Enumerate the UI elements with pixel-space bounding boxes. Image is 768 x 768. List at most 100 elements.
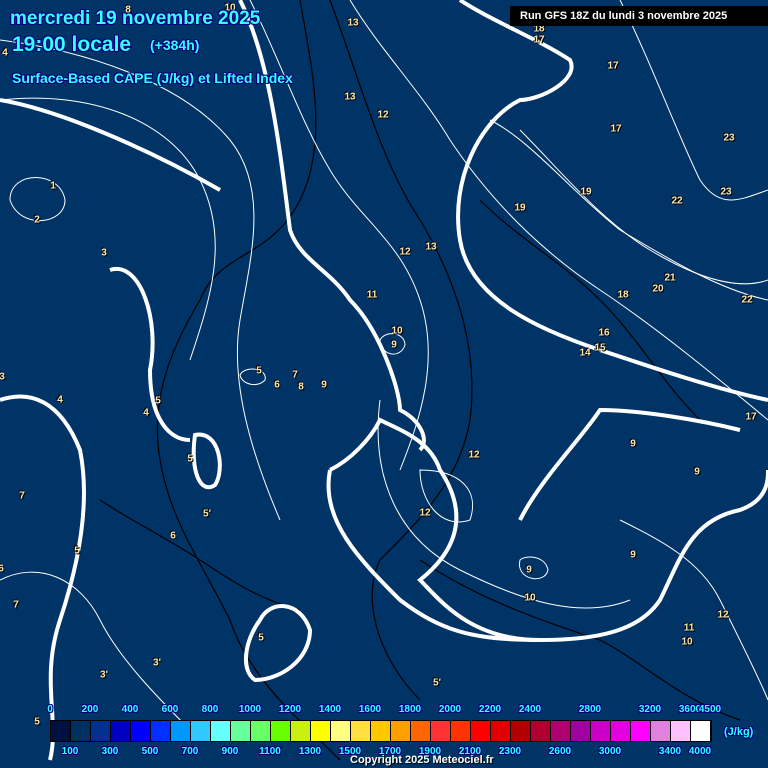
copyright: Copyright 2025 Meteociel.fr	[350, 754, 494, 766]
lifted-index-label: 12	[419, 507, 431, 519]
scale-label: 3200	[638, 704, 662, 715]
lifted-index-label: 9	[391, 339, 397, 351]
scale-swatch	[271, 721, 291, 741]
lifted-index-label: 5	[258, 632, 264, 644]
lifted-index-label: 19	[580, 186, 592, 198]
lifted-index-label: 10	[681, 636, 693, 648]
lifted-index-label: 7	[19, 490, 25, 502]
scale-label: 900	[221, 746, 239, 757]
lifted-index-label: 11	[366, 289, 378, 301]
scale-unit: (J/kg)	[724, 726, 754, 738]
cape-color-scale	[50, 720, 712, 742]
scale-label: 4500	[698, 704, 722, 715]
lifted-index-label: 9	[630, 549, 636, 561]
lifted-index-label: 12	[468, 449, 480, 461]
lifted-index-label: 11	[683, 622, 695, 634]
scale-label: 1100	[259, 746, 281, 757]
lifted-index-label: 9	[526, 564, 532, 576]
scale-label: 200	[81, 704, 99, 715]
scale-swatch	[631, 721, 651, 741]
scale-swatch	[291, 721, 311, 741]
lifted-index-label: 22	[671, 195, 683, 207]
scale-label: 2800	[578, 704, 602, 715]
lifted-index-label: 8	[298, 381, 304, 393]
scale-label: 800	[201, 704, 219, 715]
lifted-index-label: 23	[720, 186, 732, 198]
lifted-index-label: 5'	[433, 677, 441, 689]
scale-swatch	[611, 721, 631, 741]
scale-swatch	[691, 721, 711, 741]
scale-swatch	[131, 721, 151, 741]
weather-map: 8 10 13 4 13 12 18 17 17 17 23 1 2 19 23 22 19 3 12 13 11 21 2…	[0, 0, 768, 768]
scale-swatch	[151, 721, 171, 741]
scale-swatch	[331, 721, 351, 741]
scale-label: 1600	[358, 704, 382, 715]
scale-label: 3000	[598, 746, 622, 757]
scale-label: 1800	[398, 704, 422, 715]
scale-label: 1400	[318, 704, 342, 715]
lifted-index-label: 1	[50, 180, 56, 192]
scale-swatch	[351, 721, 371, 741]
scale-swatch	[391, 721, 411, 741]
scale-swatch	[251, 721, 271, 741]
scale-swatch	[111, 721, 131, 741]
lifted-index-label: 4	[57, 394, 63, 406]
scale-swatch	[571, 721, 591, 741]
scale-swatch	[451, 721, 471, 741]
lifted-index-label: 5	[155, 395, 161, 407]
lifted-index-label: 5	[74, 545, 80, 557]
lifted-index-label: 9	[630, 438, 636, 450]
scale-label: 2200	[478, 704, 502, 715]
scale-label: 600	[161, 704, 179, 715]
scale-swatch	[71, 721, 91, 741]
scale-label: 0	[47, 704, 53, 715]
scale-swatch	[531, 721, 551, 741]
lifted-index-label: 5'	[203, 508, 211, 520]
lifted-index-label: 17	[610, 123, 622, 135]
scale-swatch	[431, 721, 451, 741]
lifted-index-label: 5	[187, 453, 193, 465]
lifted-index-label: 17	[745, 411, 757, 423]
lifted-index-label: 9	[321, 379, 327, 391]
lifted-index-label: 7	[292, 369, 298, 381]
lifted-index-label: 22	[741, 294, 753, 306]
scale-swatch	[671, 721, 691, 741]
scale-swatch	[311, 721, 331, 741]
lifted-index-label: 4	[143, 407, 149, 419]
scale-swatch	[231, 721, 251, 741]
scale-swatch	[511, 721, 531, 741]
lifted-index-label: 20	[652, 283, 664, 295]
scale-swatch	[171, 721, 191, 741]
lifted-index-label: 15	[594, 342, 606, 354]
lifted-index-label: 9	[694, 466, 700, 478]
forecast-lead: (+384h)	[150, 37, 200, 53]
lifted-index-label: 13	[347, 17, 359, 29]
scale-label: 3600	[678, 704, 702, 715]
scale-label: 4000	[688, 746, 712, 757]
lifted-index-label: 5	[256, 365, 262, 377]
lifted-index-label: 13	[425, 241, 437, 253]
scale-label: 400	[121, 704, 139, 715]
lifted-index-label: 6	[170, 530, 176, 542]
lifted-index-label: 12	[377, 109, 389, 121]
lifted-index-label: 4	[2, 47, 8, 59]
lifted-index-label: 21	[664, 272, 676, 284]
lifted-index-label: 12	[399, 246, 411, 258]
lifted-index-label: 13	[344, 91, 356, 103]
scale-label: 2300	[498, 746, 522, 757]
scale-swatch	[491, 721, 511, 741]
lifted-index-label: 2	[34, 214, 40, 226]
coastlines-borders	[99, 0, 741, 761]
lifted-index-label: 10	[391, 325, 403, 337]
scale-label: 2000	[438, 704, 462, 715]
scale-swatch	[551, 721, 571, 741]
lifted-index-label: 19	[514, 202, 526, 214]
scale-label: 500	[141, 746, 159, 757]
lifted-index-label: 14	[579, 347, 591, 359]
scale-label: 1300	[298, 746, 322, 757]
scale-label: 1000	[238, 704, 262, 715]
lifted-index-label: 6	[0, 563, 4, 575]
scale-swatch	[51, 721, 71, 741]
lifted-index-label: 12	[717, 609, 729, 621]
lifted-index-label: 3'	[100, 669, 108, 681]
